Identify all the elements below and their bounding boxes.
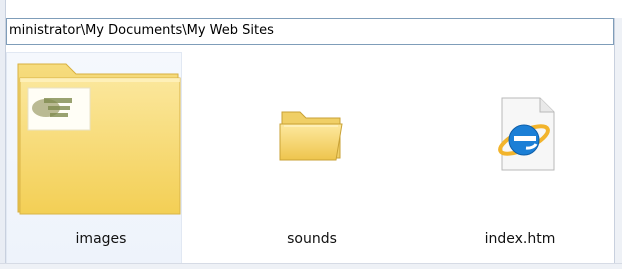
- file-item-sounds[interactable]: sounds: [228, 56, 398, 262]
- window-top-strip: [6, 0, 622, 18]
- window-right-edge: [614, 18, 622, 269]
- window-bottom-edge: [0, 263, 622, 269]
- address-path: ministrator\My Documents\My Web Sites: [9, 23, 274, 38]
- file-item-images[interactable]: images: [14, 56, 184, 262]
- file-item-label: index.htm: [484, 231, 556, 247]
- internet-explorer-html-file-icon: [498, 97, 555, 171]
- explorer-window: ministrator\My Documents\My Web Sites im…: [0, 0, 622, 269]
- file-item-label: sounds: [287, 231, 337, 247]
- folder-with-images-icon: [17, 63, 181, 215]
- address-bar[interactable]: ministrator\My Documents\My Web Sites: [6, 18, 614, 45]
- folder-icon: [279, 111, 343, 161]
- file-item-label: images: [75, 231, 127, 247]
- file-item-index-htm[interactable]: index.htm: [440, 56, 610, 262]
